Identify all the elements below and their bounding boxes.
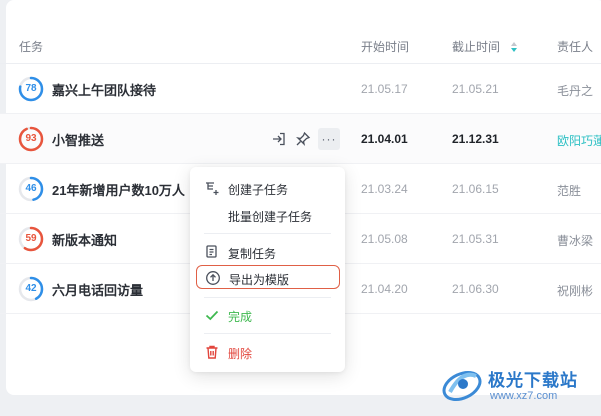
progress-score: 59: [25, 233, 37, 244]
pin-icon[interactable]: [292, 128, 314, 150]
progress-score: 42: [25, 283, 37, 294]
due-date-cell: 21.05.21: [452, 82, 499, 96]
start-date-cell: 21.05.08: [361, 232, 408, 246]
column-header-due-label: 截止时间: [452, 40, 501, 54]
owner-cell[interactable]: 祝刚彬: [557, 282, 593, 299]
column-header-task[interactable]: 任务: [19, 38, 43, 55]
start-date-cell: 21.04.01: [361, 132, 408, 146]
context-menu: 创建子任务 批量创建子任务 复制任务 导出为模版 完成 删除: [190, 167, 345, 372]
sort-icon[interactable]: [511, 41, 518, 55]
menu-item-label: 创建子任务: [228, 183, 289, 197]
menu-item-delete[interactable]: 删除: [190, 340, 345, 364]
table-row[interactable]: 78 嘉兴上午团队接待 21.05.17 21.05.21 毛丹之: [0, 64, 601, 114]
column-header-start[interactable]: 开始时间: [361, 38, 409, 55]
start-date-cell: 21.05.17: [361, 82, 408, 96]
menu-item-copy-task[interactable]: 复制任务: [190, 240, 345, 264]
watermark-logo-icon: [440, 362, 484, 411]
watermark-title: 极光下载站: [488, 371, 578, 390]
menu-divider: [204, 297, 331, 298]
column-header-due[interactable]: 截止时间: [452, 38, 518, 55]
menu-item-batch-create-subtask[interactable]: 批量创建子任务: [190, 203, 345, 227]
create-subtask-icon: [204, 180, 220, 196]
table-header: 任务 开始时间 截止时间 责任人: [0, 0, 601, 64]
task-name[interactable]: 六月电话回访量: [52, 280, 143, 299]
task-name[interactable]: 新版本通知: [52, 230, 117, 249]
owner-cell[interactable]: 范胜: [557, 182, 581, 199]
table-row[interactable]: 93 小智推送 21.04.01 21.12.31 欧阳巧蓮 ···: [0, 114, 601, 164]
progress-ring: 42: [18, 276, 44, 302]
start-date-cell: 21.03.24: [361, 182, 408, 196]
watermark-url: www.xz7.com: [490, 390, 558, 402]
menu-item-create-subtask[interactable]: 创建子任务: [190, 176, 345, 200]
due-date-cell: 21.06.15: [452, 182, 499, 196]
task-name[interactable]: 21年新增用户数10万人: [52, 180, 185, 199]
task-name[interactable]: 小智推送: [52, 130, 104, 149]
more-icon[interactable]: ···: [318, 128, 340, 150]
owner-cell[interactable]: 毛丹之: [557, 82, 593, 99]
due-date-cell: 21.12.31: [452, 132, 499, 146]
watermark: 极光下载站 www.xz7.com: [440, 362, 600, 412]
progress-score: 78: [25, 83, 37, 94]
trash-icon: [204, 344, 220, 360]
menu-item-label: 导出为模版: [229, 273, 290, 287]
due-date-cell: 21.05.31: [452, 232, 499, 246]
copy-icon: [204, 244, 220, 260]
progress-ring: 93: [18, 126, 44, 152]
menu-divider: [204, 233, 331, 234]
menu-item-export-template[interactable]: 导出为模版: [196, 265, 340, 289]
menu-divider: [204, 333, 331, 334]
menu-item-complete[interactable]: 完成: [190, 303, 345, 327]
task-name[interactable]: 嘉兴上午团队接待: [52, 80, 156, 99]
enter-icon[interactable]: [268, 128, 290, 150]
progress-ring: 46: [18, 176, 44, 202]
export-icon: [205, 270, 221, 286]
menu-item-label: 复制任务: [228, 247, 277, 261]
start-date-cell: 21.04.20: [361, 282, 408, 296]
progress-score: 46: [25, 183, 37, 194]
menu-item-label: 删除: [228, 347, 253, 361]
check-icon: [204, 307, 220, 323]
owner-cell[interactable]: 曹冰梁: [557, 232, 593, 249]
progress-score: 93: [25, 133, 37, 144]
due-date-cell: 21.06.30: [452, 282, 499, 296]
owner-cell[interactable]: 欧阳巧蓮: [557, 132, 601, 149]
progress-ring: 59: [18, 226, 44, 252]
progress-ring: 78: [18, 76, 44, 102]
menu-item-label: 批量创建子任务: [228, 210, 313, 224]
menu-item-label: 完成: [228, 310, 253, 324]
column-header-owner[interactable]: 责任人: [557, 38, 593, 55]
